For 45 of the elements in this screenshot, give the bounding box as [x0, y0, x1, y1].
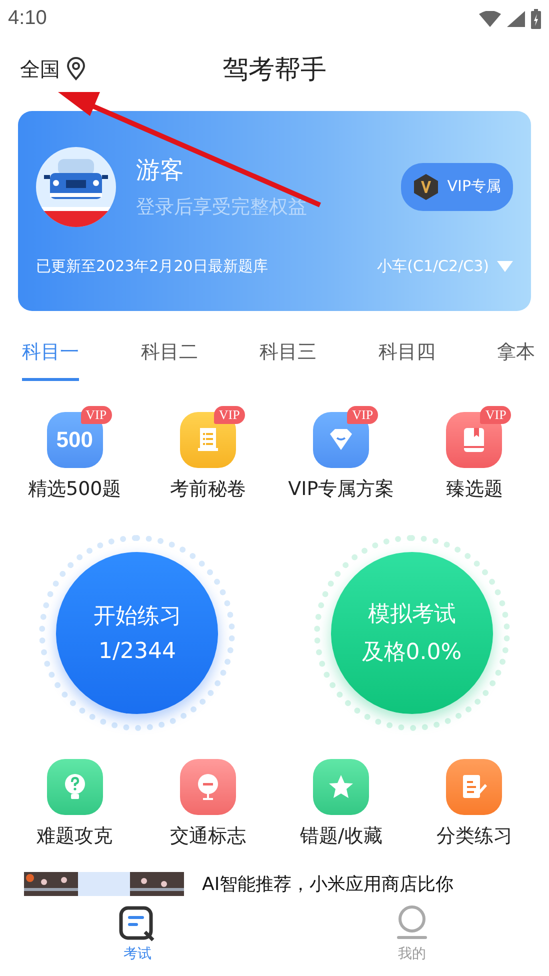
- app-title: 驾考帮手: [222, 54, 326, 87]
- circle-title: 开始练习: [93, 603, 182, 632]
- tool-label: 交通标志: [170, 824, 246, 850]
- tool-tile[interactable]: [46, 759, 103, 816]
- subject-tab[interactable]: 科目四: [378, 336, 436, 380]
- tool-tile[interactable]: [180, 759, 236, 816]
- start-practice-button[interactable]: 开始练习 1/2344: [56, 552, 218, 714]
- user-name: 游客: [136, 154, 185, 186]
- nav-tab[interactable]: 考试: [112, 904, 162, 964]
- subject-tab[interactable]: 科目三: [260, 336, 316, 380]
- tool-tile[interactable]: [446, 759, 502, 816]
- signal-icon: [507, 10, 525, 27]
- feature-label: 精选500题: [28, 476, 122, 502]
- status-time: 4:10: [8, 7, 47, 30]
- subject-tab[interactable]: 科目一: [22, 336, 79, 380]
- tool-label: 难题攻克: [36, 824, 113, 850]
- vip-shield-icon: [413, 172, 440, 201]
- vip-tag: VIP: [214, 406, 245, 424]
- subject-tab[interactable]: 拿本: [497, 336, 535, 380]
- vip-button[interactable]: VIP专属: [401, 162, 513, 211]
- mock-exam-button[interactable]: 模拟考试 及格0.0%: [330, 552, 493, 714]
- tool-label: 分类练习: [436, 824, 512, 850]
- tool-label: 错题/收藏: [300, 824, 382, 850]
- location-selector[interactable]: 全国: [20, 56, 86, 83]
- vip-tag: VIP: [480, 406, 512, 424]
- wifi-icon: [479, 10, 501, 27]
- vip-tag: VIP: [347, 406, 378, 424]
- tool-tile[interactable]: [313, 759, 370, 816]
- dropdown-caret-icon: [497, 260, 513, 272]
- feature-label: VIP专属方案: [288, 476, 394, 502]
- vehicle-type-selector[interactable]: 小车(C1/C2/C3): [377, 256, 513, 276]
- battery-icon: [531, 8, 541, 29]
- promo-headline[interactable]: AI智能推荐，小米应用商店比你: [202, 872, 454, 896]
- circle-title: 模拟考试: [368, 600, 456, 629]
- vip-tag: VIP: [80, 406, 112, 424]
- feature-label: 臻选题: [446, 476, 503, 502]
- nav-tab[interactable]: 我的: [386, 904, 437, 964]
- location-pin-icon: [66, 57, 86, 82]
- circle-detail: 1/2344: [98, 639, 176, 664]
- update-note: 已更新至2023年2月20日最新题库: [36, 256, 268, 276]
- exam-sheet-icon: [118, 905, 156, 944]
- circle-detail: 及格0.0%: [362, 638, 462, 667]
- tile-number: 500: [56, 426, 93, 453]
- feature-label: 考前秘卷: [170, 476, 246, 502]
- subject-tab[interactable]: 科目二: [140, 336, 198, 380]
